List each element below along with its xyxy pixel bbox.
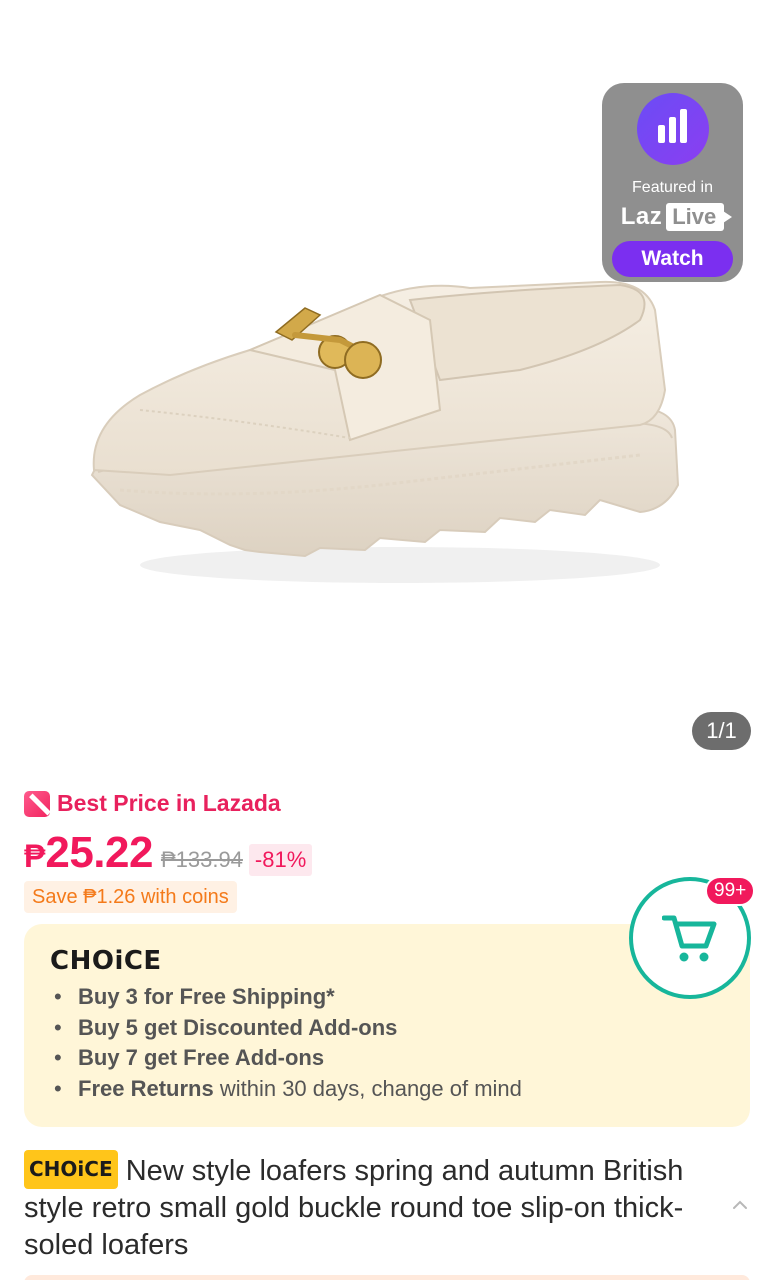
product-image xyxy=(90,280,680,583)
lazlive-logo-live: Live xyxy=(666,203,733,231)
list-item: Free Returns within 30 days, change of m… xyxy=(54,1074,522,1105)
product-title: CHOiCE New style loafers spring and autu… xyxy=(24,1150,704,1264)
coins-savings-badge[interactable]: Save ₱1.26 with coins xyxy=(24,881,237,913)
live-chart-icon xyxy=(636,93,709,165)
discount-badge: -81% xyxy=(248,844,313,876)
watch-button[interactable]: Watch xyxy=(612,241,733,277)
product-title-text: New style loafers spring and autumn Brit… xyxy=(24,1155,684,1261)
image-counter: 1/1 xyxy=(692,712,751,750)
choice-tag: CHOiCE xyxy=(24,1150,118,1189)
featured-label: Featured in xyxy=(632,179,713,196)
list-item: Buy 7 get Free Add-ons xyxy=(54,1043,522,1074)
cart-icon xyxy=(662,915,717,962)
lazlive-card[interactable]: Featured in Laz Live Watch xyxy=(602,83,743,282)
lazlive-logo-laz: Laz xyxy=(620,203,663,230)
cart-count-badge: 99+ xyxy=(705,876,756,906)
price-row: ₱ 25.22 ₱133.94 -81% xyxy=(24,828,313,878)
chevron-up-icon[interactable] xyxy=(731,1196,749,1214)
choice-benefits-list: Buy 3 for Free Shipping* Buy 5 get Disco… xyxy=(54,982,522,1104)
current-price: 25.22 xyxy=(45,828,153,877)
original-price: ₱133.94 xyxy=(160,847,243,872)
best-price-label: Best Price in Lazada xyxy=(57,790,281,816)
list-item: Buy 3 for Free Shipping* xyxy=(54,982,522,1013)
currency-symbol: ₱ xyxy=(24,838,46,874)
best-price-icon xyxy=(24,790,50,817)
list-item: Buy 5 get Discounted Add-ons xyxy=(54,1013,522,1044)
next-section-edge xyxy=(24,1275,750,1280)
best-price-banner: Best Price in Lazada xyxy=(24,790,281,817)
choice-logo: CHOiCE xyxy=(50,946,162,976)
lazlive-logo: Laz Live xyxy=(620,203,733,231)
